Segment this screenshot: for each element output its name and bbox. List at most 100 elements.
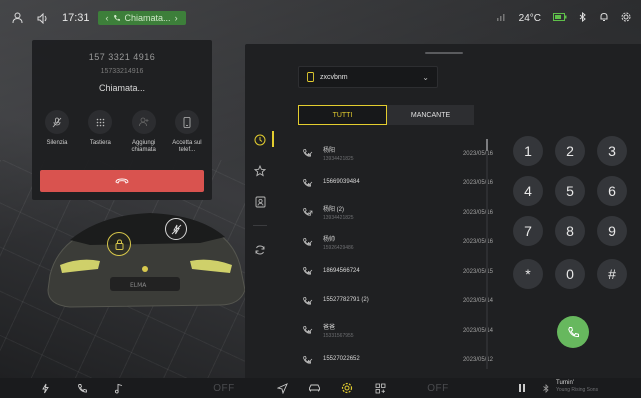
panel-drag-handle[interactable] <box>425 52 463 54</box>
lock-button[interactable] <box>107 232 131 256</box>
navigation-icon[interactable] <box>275 381 289 395</box>
mic-off-icon[interactable] <box>45 110 69 134</box>
sync-icon <box>255 245 265 254</box>
car-image: ELMA <box>47 213 246 308</box>
call-number: 15926429486 <box>323 244 354 251</box>
status-right: 24°C <box>496 11 631 25</box>
call-info: 15669039484 <box>323 179 441 187</box>
call-info: 杨阳 13934421825 <box>323 145 441 162</box>
star-icon <box>254 164 266 176</box>
call-number: 15331567955 <box>323 333 354 340</box>
call-filter-tabs: TUTTI MANCANTE <box>298 105 474 125</box>
key-star[interactable]: * <box>513 259 543 289</box>
tab-all[interactable]: TUTTI <box>298 105 387 125</box>
key-0[interactable]: 0 <box>555 259 585 289</box>
dialpad-icon[interactable] <box>88 110 113 134</box>
clock-time: 17:31 <box>62 12 90 24</box>
notification-icon[interactable] <box>599 12 609 25</box>
device-selector[interactable]: zxcvbnm ⌄ <box>298 66 438 88</box>
mute-action[interactable]: Silenzia <box>36 110 78 154</box>
incoming-call-icon <box>297 296 317 307</box>
key-1[interactable]: 1 <box>513 136 543 166</box>
tab-missed[interactable]: MANCANTE <box>387 105 474 125</box>
call-name: 爸爸 <box>323 325 336 332</box>
list-scrollbar[interactable] <box>486 139 488 369</box>
list-item[interactable]: 杨阳 (2) 13934421825 2023/05/16 <box>297 198 493 228</box>
dial-call-button[interactable] <box>557 316 589 348</box>
list-item[interactable]: 15527022652 2023/05/12 <box>297 346 493 376</box>
key-5[interactable]: 5 <box>555 176 585 206</box>
lock-icon <box>115 238 123 250</box>
left-climate-off[interactable]: OFF <box>206 381 242 395</box>
list-item[interactable]: 杨阳 13934421825 2023/05/16 <box>297 139 493 169</box>
flash-off-icon <box>171 224 181 234</box>
active-call-pill[interactable]: ‹ Chiamata... › <box>97 11 186 25</box>
incoming-call-icon <box>297 148 317 159</box>
now-playing[interactable]: Turnin' Young Rising Sons <box>556 380 636 393</box>
key-4[interactable]: 4 <box>513 176 543 206</box>
hangup-button[interactable] <box>40 170 204 192</box>
right-climate-off[interactable]: OFF <box>420 381 456 395</box>
call-info: 爸爸 15331567955 <box>323 322 441 339</box>
key-6[interactable]: 6 <box>597 176 627 206</box>
user-icon[interactable] <box>10 11 24 25</box>
outgoing-call-icon <box>297 207 317 218</box>
flash-lights-button[interactable] <box>165 218 187 240</box>
list-item[interactable]: 15669039484 2023/05/16 <box>297 169 493 199</box>
key-hash[interactable]: # <box>597 259 627 289</box>
call-name: 15527022652 <box>323 356 360 363</box>
add-call-action[interactable]: Aggiungi chiamata <box>123 110 165 154</box>
car-icon[interactable] <box>306 381 322 395</box>
list-item[interactable]: 杨帅 15926429486 2023/05/16 <box>297 228 493 258</box>
call-name: 杨阳 <box>323 148 336 155</box>
accept-on-phone-action[interactable]: Accetta sul telef... <box>166 110 208 154</box>
call-info: 杨帅 15926429486 <box>323 234 441 251</box>
call-name: 15669039484 <box>323 179 360 186</box>
call-number: 13934421825 <box>323 156 354 163</box>
key-2[interactable]: 2 <box>555 136 585 166</box>
call-history-list: 杨阳 13934421825 2023/05/16 15669039484 20… <box>297 139 493 375</box>
incoming-call-icon <box>297 178 317 189</box>
scrollbar-thumb[interactable] <box>486 139 488 151</box>
list-item[interactable]: 爸爸 15331567955 2023/05/14 <box>297 316 493 346</box>
phone-panel: zxcvbnm ⌄ TUTTI MANCANTE 杨阳 13934421825 … <box>245 44 641 378</box>
call-status: Chiamata... <box>98 83 146 93</box>
call-pill-chevron-icon: › <box>174 13 178 23</box>
phone-nav-icon[interactable] <box>75 381 89 395</box>
phone-icon <box>113 15 120 21</box>
tab-favorites[interactable] <box>245 155 275 186</box>
call-info: 18694566724 <box>323 268 441 276</box>
status-bar: 17:31 ‹ Chiamata... › 24°C <box>0 0 641 36</box>
apps-grid-icon[interactable] <box>373 381 387 395</box>
key-9[interactable]: 9 <box>597 216 627 246</box>
chevron-down-icon: ⌄ <box>422 72 429 82</box>
incoming-call-icon <box>297 266 317 277</box>
settings-icon[interactable] <box>621 12 631 25</box>
phone-device-icon[interactable] <box>174 110 199 134</box>
pause-icon[interactable] <box>516 381 528 395</box>
keypad-label: Tastiera <box>89 140 111 146</box>
volume-icon[interactable] <box>36 11 50 25</box>
incoming-call-icon <box>297 237 317 248</box>
active-call-card: 157 3321 4916 15733214916 Chiamata... Si… <box>32 40 212 200</box>
call-arrow-icon: ‹ <box>105 13 109 23</box>
tab-sync[interactable] <box>245 234 275 265</box>
bottom-bar: OFF OFF Turnin' Young Rising Sons <box>0 378 641 398</box>
key-7[interactable]: 7 <box>513 216 543 246</box>
list-item[interactable]: 15527782791 (2) 2023/05/14 <box>297 287 493 317</box>
media-artist: Young Rising Sons <box>556 387 599 393</box>
list-item[interactable]: 18694566724 2023/05/15 <box>297 257 493 287</box>
add-person-icon[interactable] <box>131 110 156 134</box>
tab-recent-calls[interactable] <box>245 124 275 155</box>
side-divider <box>253 225 267 226</box>
temperature: 24°C <box>518 12 541 24</box>
tab-contacts[interactable] <box>245 186 275 217</box>
energy-icon[interactable] <box>38 381 52 395</box>
call-name: 杨帅 <box>323 236 336 243</box>
device-name: zxcvbnm <box>320 73 348 81</box>
keypad-action[interactable]: Tastiera <box>79 110 121 154</box>
music-icon[interactable] <box>111 381 125 395</box>
settings-gear-icon[interactable] <box>339 381 355 395</box>
key-3[interactable]: 3 <box>597 136 627 166</box>
key-8[interactable]: 8 <box>555 216 585 246</box>
